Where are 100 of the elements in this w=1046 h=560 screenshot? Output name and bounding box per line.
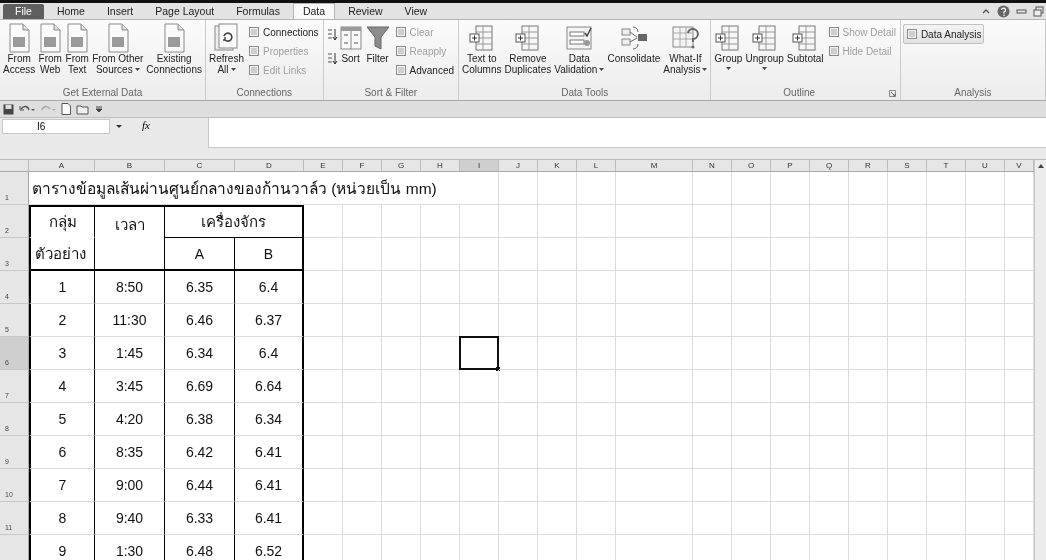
empty-cell[interactable] <box>810 337 849 370</box>
empty-cell[interactable] <box>810 271 849 304</box>
empty-cell[interactable] <box>771 205 810 238</box>
empty-cell[interactable] <box>693 205 732 238</box>
empty-cell[interactable] <box>460 403 499 436</box>
empty-cell[interactable] <box>966 205 1005 238</box>
empty-cell[interactable] <box>421 370 460 403</box>
ribbon-button[interactable]: Consolidate <box>606 22 662 86</box>
empty-cell[interactable] <box>888 304 927 337</box>
empty-cell[interactable] <box>693 502 732 535</box>
column-header[interactable]: H <box>421 160 460 172</box>
empty-cell[interactable] <box>771 337 810 370</box>
ribbon-button[interactable]: Sort <box>338 22 363 86</box>
empty-cell[interactable] <box>732 403 771 436</box>
empty-cell[interactable] <box>693 304 732 337</box>
empty-cell[interactable] <box>732 502 771 535</box>
empty-cell[interactable] <box>966 337 1005 370</box>
empty-cell[interactable] <box>343 238 382 271</box>
ribbon-button[interactable]: Text to Columns <box>461 22 503 86</box>
ribbon-button[interactable]: Refresh All <box>207 22 245 86</box>
empty-cell[interactable] <box>616 205 693 238</box>
column-header[interactable]: S <box>888 160 927 172</box>
empty-cell[interactable] <box>343 370 382 403</box>
ribbon-tab[interactable]: File <box>3 4 44 19</box>
empty-cell[interactable] <box>499 271 538 304</box>
column-header[interactable]: M <box>616 160 693 172</box>
ribbon-small-button[interactable]: Data Analysis <box>902 24 985 44</box>
column-header[interactable]: I <box>460 160 499 172</box>
empty-cell[interactable] <box>499 205 538 238</box>
empty-cell[interactable] <box>732 469 771 502</box>
ribbon-button[interactable]: From Web <box>37 22 64 86</box>
empty-cell[interactable] <box>499 238 538 271</box>
empty-cell[interactable] <box>732 271 771 304</box>
empty-cell[interactable] <box>888 469 927 502</box>
empty-cell[interactable] <box>577 271 616 304</box>
ribbon-button[interactable]: Filter <box>363 22 392 86</box>
empty-cell[interactable] <box>616 304 693 337</box>
ribbon-button[interactable]: Group <box>713 22 744 86</box>
empty-cell[interactable] <box>421 469 460 502</box>
empty-cell[interactable] <box>693 238 732 271</box>
empty-cell[interactable] <box>888 436 927 469</box>
ribbon-tab[interactable]: Data <box>292 3 336 19</box>
empty-cell[interactable] <box>577 172 616 205</box>
empty-cell[interactable] <box>927 172 966 205</box>
empty-cell[interactable] <box>577 436 616 469</box>
empty-cell[interactable] <box>460 172 499 205</box>
column-header[interactable]: D <box>235 160 304 172</box>
empty-cell[interactable] <box>732 337 771 370</box>
empty-cell[interactable] <box>538 502 577 535</box>
empty-cell[interactable] <box>538 469 577 502</box>
empty-cell[interactable] <box>966 172 1005 205</box>
empty-cell[interactable] <box>343 469 382 502</box>
empty-cell[interactable] <box>343 403 382 436</box>
empty-cell[interactable] <box>460 469 499 502</box>
ribbon-tab[interactable]: Review <box>339 4 392 19</box>
empty-cell[interactable] <box>693 172 732 205</box>
empty-cell[interactable] <box>732 205 771 238</box>
row-header[interactable] <box>0 535 29 560</box>
empty-cell[interactable] <box>966 238 1005 271</box>
column-header[interactable]: F <box>343 160 382 172</box>
empty-cell[interactable] <box>888 502 927 535</box>
empty-cell[interactable] <box>460 436 499 469</box>
ribbon-button[interactable]: Data Validation <box>553 22 606 86</box>
ribbon-button[interactable]: From Other Sources <box>91 22 145 86</box>
ribbon-button[interactable]: Existing Connections <box>145 22 203 86</box>
empty-cell[interactable] <box>577 502 616 535</box>
empty-cell[interactable] <box>810 172 849 205</box>
empty-cell[interactable] <box>927 205 966 238</box>
ribbon-button[interactable]: Remove Duplicates <box>503 22 553 86</box>
empty-cell[interactable] <box>693 436 732 469</box>
empty-cell[interactable] <box>616 502 693 535</box>
empty-cell[interactable] <box>421 502 460 535</box>
empty-cell[interactable] <box>499 403 538 436</box>
empty-cell[interactable] <box>382 205 421 238</box>
empty-cell[interactable] <box>849 469 888 502</box>
empty-cell[interactable] <box>771 403 810 436</box>
empty-cell[interactable] <box>966 469 1005 502</box>
empty-cell[interactable] <box>616 238 693 271</box>
column-header[interactable]: J <box>499 160 538 172</box>
column-header[interactable]: P <box>771 160 810 172</box>
empty-cell[interactable] <box>888 172 927 205</box>
empty-cell[interactable] <box>849 304 888 337</box>
empty-cell[interactable] <box>460 271 499 304</box>
empty-cell[interactable] <box>810 205 849 238</box>
dialog-launcher-icon[interactable] <box>888 89 896 97</box>
formula-input[interactable] <box>208 118 1046 148</box>
empty-cell[interactable] <box>927 238 966 271</box>
empty-cell[interactable] <box>927 469 966 502</box>
empty-cell[interactable] <box>849 436 888 469</box>
empty-cell[interactable] <box>732 436 771 469</box>
column-header[interactable]: T <box>927 160 966 172</box>
empty-cell[interactable] <box>616 370 693 403</box>
empty-cell[interactable] <box>849 172 888 205</box>
empty-cell[interactable] <box>888 238 927 271</box>
empty-cell[interactable] <box>499 469 538 502</box>
column-header[interactable]: R <box>849 160 888 172</box>
empty-cell[interactable] <box>693 337 732 370</box>
empty-cell[interactable] <box>849 337 888 370</box>
empty-cell[interactable] <box>966 502 1005 535</box>
empty-cell[interactable] <box>460 238 499 271</box>
